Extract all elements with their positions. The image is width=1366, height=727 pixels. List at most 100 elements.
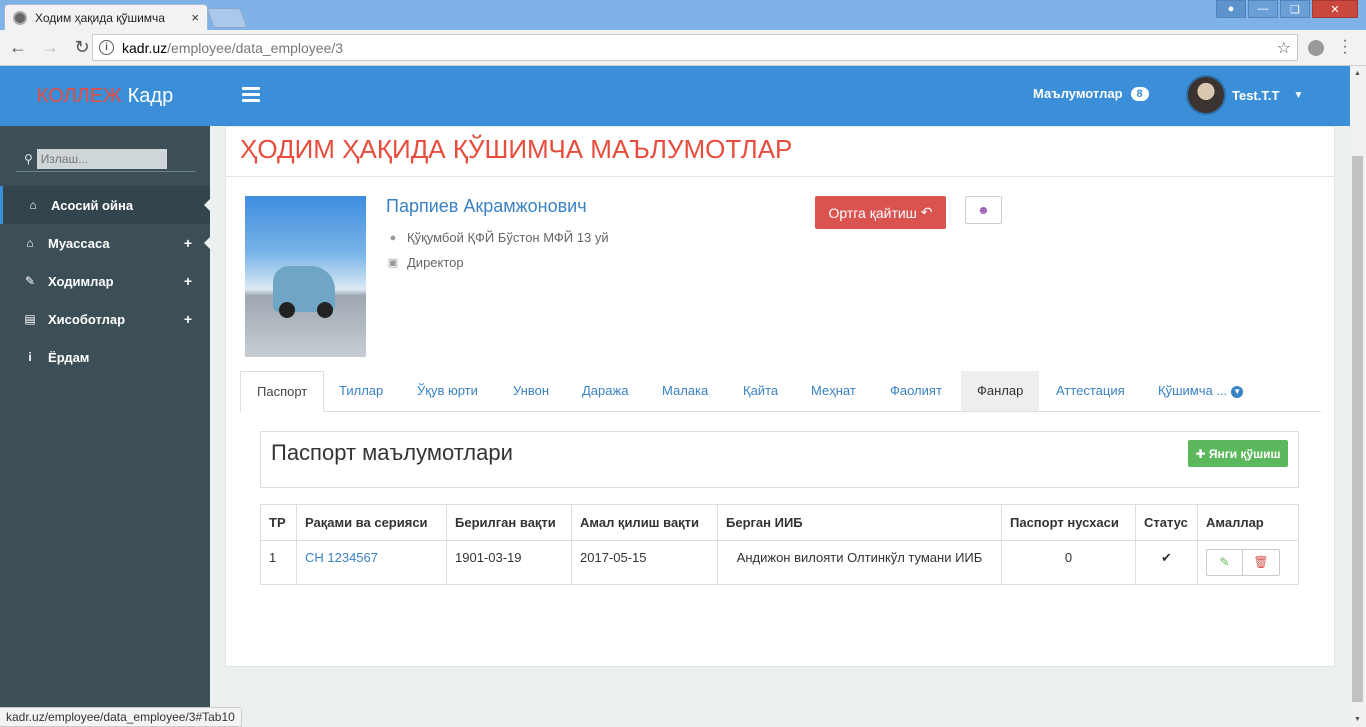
cell-issued: 1901-03-19 — [446, 540, 572, 585]
col-copy: Паспорт нусхаси — [1001, 504, 1136, 541]
user-menu[interactable]: Test.T.T ▼ — [1186, 75, 1303, 115]
sidebar-item-help[interactable]: i Ёрдам — [0, 338, 210, 376]
col-tr: ТР — [260, 504, 297, 541]
sidebar-search: ⚲ — [16, 146, 196, 172]
site-info-icon[interactable]: i — [99, 40, 114, 55]
cell-tr: 1 — [260, 540, 297, 585]
tab-subjects[interactable]: Фанлар — [961, 371, 1040, 411]
window-user-icon[interactable]: ● — [1216, 0, 1246, 18]
scrollbar-thumb[interactable] — [1352, 156, 1363, 702]
add-button-label: Янги қўшиш — [1208, 446, 1281, 461]
vertical-scrollbar[interactable]: ▲ ▼ — [1350, 66, 1366, 727]
notifications-label: Маълумотлар — [1033, 86, 1123, 101]
plus-icon: ✚ — [1195, 446, 1206, 461]
tab-attestation[interactable]: Аттестация — [1040, 371, 1141, 411]
tab-more-label: Қўшимча ... — [1158, 383, 1228, 398]
position-text: Директор — [407, 255, 464, 270]
passport-table: ТР Рақами ва серияси Берилган вақти Амал… — [260, 504, 1299, 585]
employee-name[interactable]: Парпиев Акрамжонович — [386, 196, 587, 217]
sidebar-item-label: Ёрдам — [48, 349, 90, 365]
active-caret — [204, 199, 210, 211]
cell-copy: 0 — [1001, 540, 1136, 585]
window-restore-icon[interactable]: ❑ — [1280, 0, 1310, 18]
sidebar-item-employees[interactable]: ✎ Ходимлар + — [0, 262, 210, 300]
user-icon: ☻ — [977, 203, 990, 217]
browser-menu-icon[interactable]: · · · — [1340, 33, 1350, 61]
main-panel: ҲОДИМ ҲАҚИДА ҚЎШИМЧА МАЪЛУМОТЛАР Парпиев… — [225, 126, 1335, 667]
sidebar-item-home[interactable]: ⌂ Асосий ойна — [0, 186, 210, 224]
tab-work[interactable]: Меҳнат — [795, 371, 872, 411]
detail-tabs: Паспорт Тиллар Ўқув юрти Унвон Даража Ма… — [240, 371, 1321, 412]
sidebar-item-label: Асосий ойна — [51, 197, 134, 213]
window-close-icon[interactable]: ✕ — [1312, 0, 1358, 18]
browser-tab[interactable]: Ходим ҳақида қўшимча × — [4, 4, 208, 30]
cell-number[interactable]: CH 1234567 — [296, 540, 447, 585]
sidebar-item-reports[interactable]: ▤ Хисоботлар + — [0, 300, 210, 338]
tab-more[interactable]: Қўшимча ... ▼ — [1142, 371, 1259, 411]
avatar — [1186, 75, 1226, 115]
site-favicon-icon — [13, 10, 27, 25]
brand-part1: КОЛЛЕЖ — [36, 84, 122, 107]
search-icon: ⚲ — [24, 151, 33, 166]
tab-education[interactable]: Ўқув юрти — [401, 371, 494, 411]
col-issued: Берилган вақти — [446, 504, 572, 541]
new-tab-button[interactable] — [206, 8, 248, 28]
edit-icon: ✎ — [24, 274, 36, 288]
active-caret — [204, 237, 210, 249]
tab-retraining[interactable]: Қайта — [727, 371, 794, 411]
reply-icon: ↶ — [920, 204, 933, 220]
tab-activity[interactable]: Фаолият — [874, 371, 958, 411]
passport-section-header: Паспорт маълумотлари ✚ Янги қўшиш — [260, 431, 1299, 488]
search-input[interactable] — [36, 148, 167, 169]
address-bar[interactable]: i kadr.uz/employee/data_employee/3 ☆ — [92, 34, 1298, 61]
expand-plus-icon[interactable]: + — [184, 235, 192, 251]
browser-toolbar: ← → ↻ i kadr.uz/employee/data_employee/3… — [0, 30, 1366, 66]
home-icon: ⌂ — [29, 198, 37, 212]
brand-part2: Кадр — [127, 84, 174, 107]
bookmark-star-icon[interactable]: ☆ — [1277, 38, 1291, 58]
sidebar-item-label: Ходимлар — [48, 273, 114, 289]
tab-close-icon[interactable]: × — [191, 10, 199, 25]
hamburger-menu-icon[interactable] — [242, 87, 260, 105]
sidebar-nav: ⌂ Асосий ойна ⌂ Муассаса + ✎ Ходимлар + … — [0, 186, 210, 376]
add-new-button[interactable]: ✚ Янги қўшиш — [1188, 440, 1288, 467]
top-header: Маълумотлар 8 Test.T.T ▼ — [210, 66, 1350, 126]
url-host: kadr.uz — [122, 39, 168, 56]
tab-degree[interactable]: Даража — [566, 371, 644, 411]
edit-icon[interactable]: ✎ — [1206, 549, 1243, 576]
col-issuer: Берган ИИБ — [717, 504, 1002, 541]
page-title: ҲОДИМ ҲАҚИДА ҚЎШИМЧА МАЪЛУМОТЛАР — [226, 127, 1334, 177]
briefcase-icon: ▣ — [387, 257, 399, 269]
url-path: /employee/data_employee/3 — [167, 39, 344, 56]
tab-passport[interactable]: Паспорт — [240, 371, 325, 412]
extension-icon[interactable] — [1308, 40, 1324, 56]
sidebar-item-institution[interactable]: ⌂ Муассаса + — [0, 224, 210, 262]
back-button-label: Ортга қайтиш — [828, 204, 917, 221]
cell-actions: ✎ 🗑 — [1197, 540, 1299, 585]
window-controls: ● — ❑ ✕ — [1216, 0, 1358, 18]
trash-icon[interactable]: 🗑 — [1243, 549, 1280, 576]
tab-languages[interactable]: Тиллар — [323, 371, 399, 411]
notifications-link[interactable]: Маълумотлар 8 — [1033, 86, 1149, 101]
back-button[interactable]: Ортга қайтиш ↶ — [815, 196, 946, 229]
address-text: Қўқумбой ҚФЙ Бўстон МФЙ 13 уй — [407, 230, 609, 245]
home-icon: ⌂ — [26, 236, 34, 250]
back-arrow-icon[interactable]: ← — [4, 34, 32, 62]
expand-plus-icon[interactable]: + — [184, 273, 192, 289]
tab-title[interactable]: Унвон — [497, 371, 565, 411]
scroll-up-icon[interactable]: ▲ — [1354, 70, 1361, 77]
status-check-icon: ✔ — [1135, 540, 1198, 585]
window-minimize-icon[interactable]: — — [1248, 0, 1278, 18]
user-profile-button[interactable]: ☻ — [965, 196, 1002, 224]
brand-logo[interactable]: КОЛЛЕЖ Кадр — [0, 66, 210, 126]
browser-tab-title: Ходим ҳақида қўшимча — [35, 10, 165, 25]
info-icon: i — [28, 350, 32, 364]
tab-qualification[interactable]: Малака — [646, 371, 724, 411]
forward-arrow-icon[interactable]: → — [36, 34, 64, 62]
expand-plus-icon[interactable]: + — [184, 311, 192, 327]
map-marker-icon: ● — [389, 231, 397, 244]
chevron-down-icon: ▼ — [1231, 385, 1244, 398]
scroll-down-icon[interactable]: ▼ — [1354, 716, 1361, 723]
browser-tabstrip: Ходим ҳақида қўшимча × ● — ❑ ✕ — [0, 0, 1366, 30]
sidebar-item-label: Муассаса — [48, 235, 110, 251]
